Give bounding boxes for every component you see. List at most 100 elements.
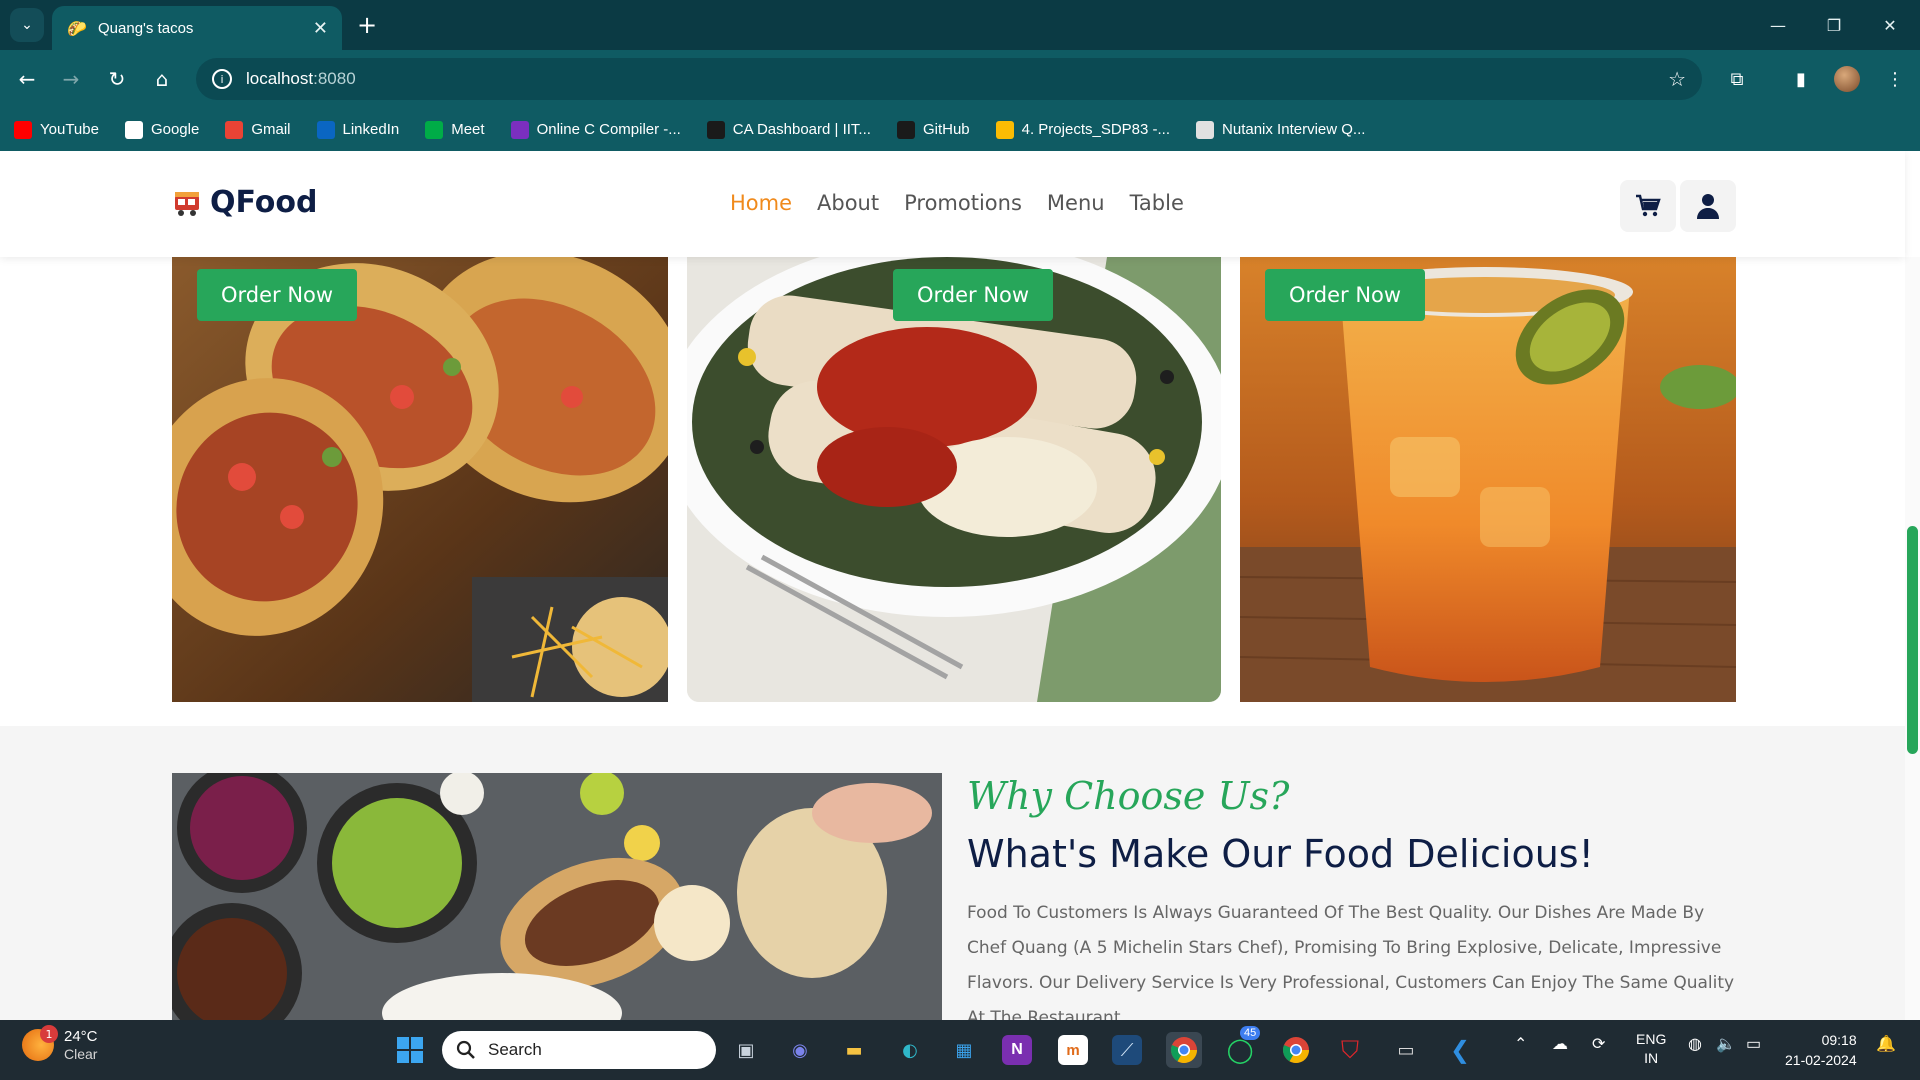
section-headline: What's Make Our Food Delicious! — [967, 832, 1594, 876]
compiler-icon — [510, 120, 529, 139]
reload-button[interactable]: ↻ — [100, 62, 134, 96]
order-now-button[interactable]: Order Now — [197, 269, 358, 321]
taskbar-search[interactable]: Search — [442, 1031, 716, 1069]
page-scrollbar-thumb[interactable] — [1907, 526, 1918, 754]
bookmark-item[interactable]: Gmail — [225, 120, 291, 139]
bookmark-label: GitHub — [922, 121, 970, 138]
screen-tool-icon[interactable]: ⟋ — [1112, 1035, 1142, 1065]
network-icon[interactable]: ◍ — [1688, 1034, 1702, 1054]
order-now-button[interactable]: Order Now — [1265, 269, 1426, 321]
address-bar[interactable]: i localhost:8080 ☆ — [196, 58, 1702, 100]
bookmark-item[interactable]: 4. Projects_SDP83 -... — [995, 120, 1170, 139]
chrome-profile-icon[interactable] — [1278, 1032, 1314, 1068]
food-card-drink: Order Now — [1240, 257, 1736, 702]
tab-search-button[interactable]: ⌄ — [10, 8, 44, 42]
minimize-button[interactable]: — — [1750, 0, 1806, 50]
chrome-icon — [1282, 1037, 1310, 1064]
microsoft-store-icon[interactable]: ▦ — [946, 1032, 982, 1068]
bookmarks-bar: YouTube Google Gmail LinkedIn Meet Online C C… — [0, 108, 1920, 151]
tab-title: Quang's tacos — [98, 19, 194, 37]
teams-icon[interactable]: ◉ — [782, 1032, 818, 1068]
terminal-icon[interactable]: ▭ — [1388, 1032, 1424, 1068]
close-window-button[interactable]: ✕ — [1862, 0, 1918, 50]
site-logo[interactable]: QFood — [172, 185, 317, 220]
dashboard-icon — [706, 120, 725, 139]
extensions-icon[interactable]: ⧉ — [1722, 64, 1752, 94]
brand-name: QFood — [210, 185, 318, 220]
language-indicator[interactable]: ENG IN — [1636, 1030, 1666, 1068]
bookmark-item[interactable]: Online C Compiler -... — [510, 120, 681, 139]
bookmark-label: CA Dashboard | IIT... — [732, 121, 871, 138]
google-icon — [124, 120, 143, 139]
onenote-icon[interactable]: N — [1002, 1035, 1032, 1065]
bookmark-item[interactable]: GitHub — [896, 120, 970, 139]
cart-button[interactable] — [1620, 180, 1676, 232]
bookmark-item[interactable]: Meet — [425, 120, 485, 139]
account-button[interactable] — [1680, 180, 1736, 232]
vscode-icon[interactable]: ❮ — [1442, 1032, 1478, 1068]
chrome-active-icon[interactable] — [1166, 1032, 1202, 1068]
back-button[interactable]: ← — [10, 62, 44, 96]
bookmark-label: YouTube — [40, 121, 99, 138]
mcafee-icon[interactable]: ⛉ — [1332, 1032, 1368, 1068]
weather-badge: 1 — [40, 1025, 58, 1043]
nav-promotions[interactable]: Promotions — [904, 191, 1022, 215]
bookmark-item[interactable]: LinkedIn — [316, 120, 400, 139]
why-choose-us-section: Why Choose Us? What's Make Our Food Deli… — [0, 726, 1905, 1020]
task-view-icon[interactable]: ▣ — [728, 1032, 764, 1068]
gmail-icon — [225, 120, 244, 139]
chrome-icon — [1170, 1037, 1198, 1064]
bookmark-item[interactable]: YouTube — [14, 120, 99, 139]
profile-avatar[interactable] — [1834, 66, 1860, 92]
nav-about[interactable]: About — [817, 191, 879, 215]
bookmark-star-icon[interactable]: ☆ — [1668, 67, 1686, 91]
side-panel-icon[interactable]: ▮ — [1786, 64, 1816, 94]
linkedin-icon — [316, 120, 335, 139]
region-code: IN — [1644, 1050, 1659, 1066]
arrow-left-icon: ← — [18, 67, 36, 91]
close-tab-icon[interactable]: ✕ — [313, 18, 328, 39]
food-spread-image — [172, 773, 942, 1020]
bookmark-item[interactable]: Google — [124, 120, 200, 139]
more-menu-icon[interactable]: ⋮ — [1880, 64, 1910, 94]
enchiladas-photo — [687, 257, 1221, 702]
battery-icon[interactable]: ▭ — [1746, 1034, 1761, 1054]
github-icon — [896, 120, 915, 139]
taco-favicon-icon: 🌮 — [67, 18, 87, 38]
food-card-tacos: Order Now — [172, 257, 668, 702]
volume-icon[interactable]: 🔈 — [1716, 1034, 1736, 1054]
restore-button[interactable]: ❐ — [1806, 0, 1862, 50]
search-placeholder: Search — [488, 1040, 542, 1059]
edge-icon[interactable]: ◐ — [892, 1032, 928, 1068]
bookmark-label: Online C Compiler -... — [536, 121, 681, 138]
weather-widget[interactable]: 1 24°C Clear — [22, 1025, 98, 1062]
home-button[interactable]: ⌂ — [145, 62, 179, 96]
browser-tabstrip: ⌄ 🌮 Quang's tacos ✕ + — ❐ ✕ — [0, 0, 1920, 50]
sync-icon[interactable]: ⟳ — [1592, 1034, 1605, 1054]
language-code: ENG — [1636, 1031, 1667, 1047]
moodle-icon[interactable]: m — [1058, 1035, 1088, 1065]
nav-home[interactable]: Home — [730, 191, 792, 215]
browser-tab-active[interactable]: 🌮 Quang's tacos ✕ — [52, 6, 342, 50]
bookmark-item[interactable]: CA Dashboard | IIT... — [706, 120, 871, 139]
tray-overflow-chevron-icon[interactable]: ⌃ — [1514, 1034, 1527, 1054]
whatsapp-icon[interactable]: ◯ 45 — [1222, 1026, 1261, 1068]
onedrive-icon[interactable]: ☁ — [1552, 1034, 1568, 1054]
order-now-button[interactable]: Order Now — [893, 269, 1054, 321]
bookmark-label: Google — [150, 121, 200, 138]
bookmark-label: LinkedIn — [342, 121, 400, 138]
clock-date: 21-02-2024 — [1785, 1052, 1857, 1068]
forward-button[interactable]: → — [54, 62, 88, 96]
main-navigation: Home About Promotions Menu Table — [730, 191, 1209, 215]
windows-logo-icon — [397, 1037, 423, 1063]
nav-menu[interactable]: Menu — [1047, 191, 1105, 215]
site-info-icon[interactable]: i — [212, 69, 232, 89]
arrow-right-icon: → — [62, 67, 80, 91]
notification-bell-icon[interactable]: 🔔 — [1876, 1034, 1896, 1054]
windows-start-button[interactable] — [392, 1032, 428, 1068]
new-tab-button[interactable]: + — [352, 10, 382, 40]
nav-table[interactable]: Table — [1130, 191, 1184, 215]
bookmark-item[interactable]: Nutanix Interview Q... — [1196, 120, 1365, 139]
clock[interactable]: 09:18 21-02-2024 — [1785, 1030, 1857, 1070]
file-explorer-icon[interactable]: ▬ — [836, 1032, 872, 1068]
